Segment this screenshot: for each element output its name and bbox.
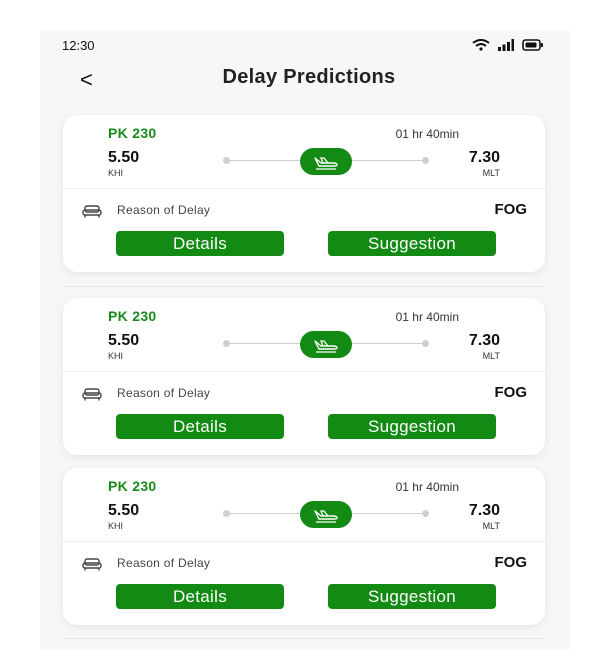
arrival-code: MLT bbox=[482, 521, 500, 531]
flight-duration: 01 hr 40min bbox=[395, 310, 459, 324]
reason-label: Reason of Delay bbox=[117, 203, 211, 217]
departure-code: KHI bbox=[108, 521, 124, 531]
list-divider bbox=[63, 638, 545, 639]
departure-code: KHI bbox=[108, 168, 124, 178]
details-button[interactable]: Details bbox=[116, 584, 284, 609]
card-divider bbox=[63, 188, 545, 189]
route-indicator bbox=[223, 148, 429, 175]
suggestion-button[interactable]: Suggestion bbox=[328, 584, 496, 609]
reason-label: Reason of Delay bbox=[117, 386, 211, 400]
departure-time: 5.50 bbox=[108, 332, 140, 349]
arrival-time: 7.30 bbox=[468, 502, 500, 519]
status-icons bbox=[472, 38, 544, 56]
sofa-icon bbox=[82, 387, 102, 401]
flight-number: PK 230 bbox=[108, 125, 157, 141]
flight-duration: 01 hr 40min bbox=[395, 480, 459, 494]
route-end-dot bbox=[422, 340, 429, 347]
route-start-dot bbox=[223, 157, 230, 164]
airplane-landing-icon bbox=[300, 331, 352, 358]
list-divider bbox=[63, 286, 545, 287]
card-divider bbox=[63, 371, 545, 372]
reason-value: FOG bbox=[494, 554, 528, 571]
flight-duration: 01 hr 40min bbox=[395, 127, 459, 141]
sofa-icon bbox=[82, 204, 102, 218]
arrival-time: 7.30 bbox=[468, 332, 500, 349]
status-bar: 12:30 bbox=[40, 30, 570, 60]
route-start-dot bbox=[223, 340, 230, 347]
signal-icon bbox=[498, 38, 514, 56]
route-indicator bbox=[223, 501, 429, 528]
route-indicator bbox=[223, 331, 429, 358]
suggestion-button[interactable]: Suggestion bbox=[328, 414, 496, 439]
arrival-code: MLT bbox=[482, 168, 500, 178]
reason-label: Reason of Delay bbox=[117, 556, 211, 570]
phone-screen: 12:30 < Delay Predictions PK 230 01 hr 4… bbox=[40, 30, 570, 650]
details-button[interactable]: Details bbox=[116, 231, 284, 256]
route-start-dot bbox=[223, 510, 230, 517]
flight-card[interactable]: PK 230 01 hr 40min 5.50 KHI 7.30 MLT Rea… bbox=[63, 298, 545, 455]
flight-card[interactable]: PK 230 01 hr 40min 5.50 KHI 7.30 MLT Rea… bbox=[63, 115, 545, 272]
wifi-icon bbox=[472, 38, 490, 56]
route-end-dot bbox=[422, 157, 429, 164]
airplane-landing-icon bbox=[300, 501, 352, 528]
sofa-icon bbox=[82, 557, 102, 571]
suggestion-button[interactable]: Suggestion bbox=[328, 231, 496, 256]
header: < Delay Predictions bbox=[40, 60, 570, 110]
arrival-time: 7.30 bbox=[468, 149, 500, 166]
departure-time: 5.50 bbox=[108, 149, 140, 166]
reason-value: FOG bbox=[494, 384, 528, 401]
departure-time: 5.50 bbox=[108, 502, 140, 519]
battery-icon bbox=[522, 38, 544, 56]
departure-code: KHI bbox=[108, 351, 124, 361]
page-title: Delay Predictions bbox=[222, 66, 396, 88]
flight-card[interactable]: PK 230 01 hr 40min 5.50 KHI 7.30 MLT Rea… bbox=[63, 468, 545, 625]
route-end-dot bbox=[422, 510, 429, 517]
arrival-code: MLT bbox=[482, 351, 500, 361]
card-divider bbox=[63, 541, 545, 542]
details-button[interactable]: Details bbox=[116, 414, 284, 439]
status-time: 12:30 bbox=[62, 38, 95, 53]
flight-number: PK 230 bbox=[108, 308, 157, 324]
flight-number: PK 230 bbox=[108, 478, 157, 494]
airplane-landing-icon bbox=[300, 148, 352, 175]
reason-value: FOG bbox=[494, 201, 528, 218]
